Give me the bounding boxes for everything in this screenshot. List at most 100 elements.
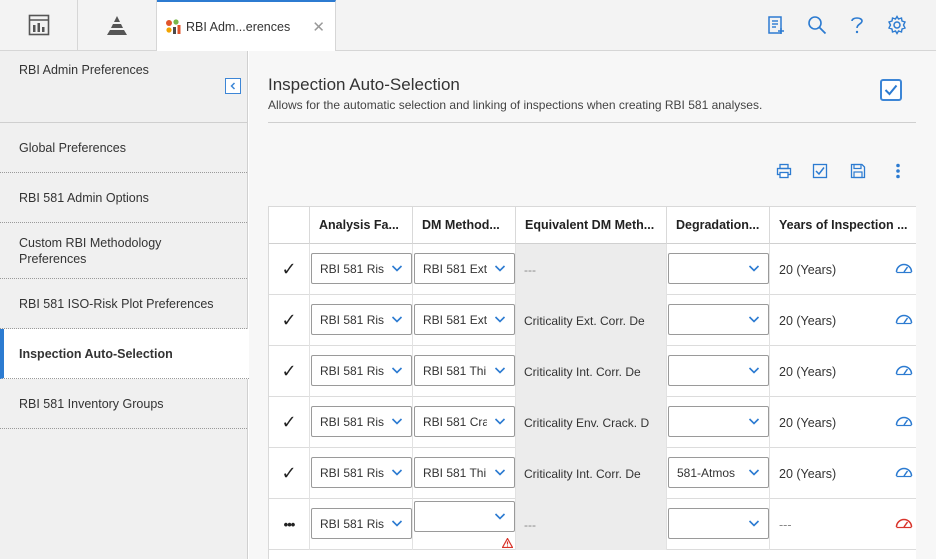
dm-method-cell: RBI 581 Cra xyxy=(413,397,516,448)
analysis-select[interactable]: RBI 581 Risk xyxy=(311,406,412,437)
check-icon: ✓ xyxy=(281,259,297,279)
column-header-years[interactable]: Years of Inspection ... xyxy=(770,206,916,244)
column-header-analysis[interactable]: Analysis Fa... xyxy=(310,206,413,244)
select-value: RBI 581 Ext xyxy=(423,261,487,276)
row-mark-cell: ✓ xyxy=(269,295,310,346)
equivalent-dm-value: Criticality Int. Corr. De xyxy=(524,466,641,481)
settings-button[interactable] xyxy=(885,13,909,37)
analysis-cell: RBI 581 Risk xyxy=(310,499,413,550)
table-row[interactable]: ✓ RBI 581 Risk RBI 581 Thi Criticality Int.… xyxy=(269,346,916,397)
dm-method-select[interactable]: RBI 581 Cra xyxy=(414,406,515,437)
sidebar-item-label: Custom RBI Methodology Preferences xyxy=(19,235,162,266)
dm-method-select[interactable]: RBI 581 Thi xyxy=(414,355,515,386)
gauge-icon[interactable] xyxy=(895,364,913,376)
table-row[interactable]: ✓ RBI 581 Risk RBI 581 Ext Criticality Ext.… xyxy=(269,295,916,346)
row-mark-cell: ✓ xyxy=(269,244,310,295)
table-row[interactable]: ••• RBI 581 Risk --- --- xyxy=(269,499,916,550)
table-row[interactable]: ✓ RBI 581 Risk RBI 581 Thi Criticality Int.… xyxy=(269,448,916,499)
gauge-warning-icon[interactable] xyxy=(895,517,913,529)
search-button[interactable] xyxy=(805,13,829,37)
select-all-button[interactable] xyxy=(810,161,830,181)
degradation-select[interactable] xyxy=(668,406,769,437)
analysis-select[interactable]: RBI 581 Risk xyxy=(311,508,412,539)
sidebar-item-custom-rbi-methodology[interactable]: Custom RBI Methodology Preferences xyxy=(0,223,247,279)
gauge-icon[interactable] xyxy=(895,262,913,274)
degradation-cell xyxy=(667,346,770,397)
hierarchy-button[interactable] xyxy=(78,0,157,50)
table-row[interactable]: ✓ RBI 581 Risk RBI 581 Cra Criticality Env.… xyxy=(269,397,916,448)
gauge-icon[interactable] xyxy=(895,415,913,427)
top-bar: RBI Adm...erences ✕ xyxy=(0,0,936,51)
analysis-select[interactable]: RBI 581 Risk xyxy=(311,355,412,386)
save-button[interactable] xyxy=(848,161,868,181)
print-button[interactable] xyxy=(774,161,794,181)
clipboard-add-icon xyxy=(768,16,784,34)
sidebar-item-iso-risk-plot[interactable]: RBI 581 ISO-Risk Plot Preferences xyxy=(0,279,247,329)
sidebar-item-rbi-581-admin-options[interactable]: RBI 581 Admin Options xyxy=(0,173,247,223)
dm-method-select[interactable]: RBI 581 Ext xyxy=(414,253,515,284)
checkmark-icon xyxy=(884,84,898,96)
enable-checkbox[interactable] xyxy=(880,79,902,101)
column-header-dm-method[interactable]: DM Method... xyxy=(413,206,516,244)
close-icon[interactable]: ✕ xyxy=(312,18,325,36)
sidebar-item-inspection-auto-selection[interactable]: Inspection Auto-Selection xyxy=(0,329,249,379)
dm-method-select[interactable]: RBI 581 Thi xyxy=(414,457,515,488)
dm-method-select[interactable]: RBI 581 Ext xyxy=(414,304,515,335)
help-icon xyxy=(851,17,863,34)
sidebar-item-label: RBI 581 ISO-Risk Plot Preferences xyxy=(19,296,214,311)
degradation-select[interactable] xyxy=(668,253,769,284)
degradation-cell: 581-Atmos xyxy=(667,448,770,499)
notes-button[interactable] xyxy=(764,13,788,37)
degradation-select[interactable] xyxy=(668,508,769,539)
select-value: RBI 581 Thi xyxy=(423,363,487,378)
more-vertical-icon xyxy=(896,163,900,179)
table-row[interactable]: ✓ RBI 581 Risk RBI 581 Ext --- 20 (Years) xyxy=(269,244,916,295)
analysis-select[interactable]: RBI 581 Risk xyxy=(311,457,412,488)
sidebar: RBI Admin Preferences Global Preferences… xyxy=(0,51,249,559)
degradation-select[interactable] xyxy=(668,355,769,386)
page-title: Inspection Auto-Selection xyxy=(268,75,460,94)
degradation-select[interactable]: 581-Atmos xyxy=(668,457,769,488)
auto-selection-grid: Analysis Fa... DM Method... Equivalent D… xyxy=(268,206,916,559)
dashboard-button[interactable] xyxy=(0,0,78,50)
chevron-down-icon xyxy=(391,265,403,272)
sidebar-item-inventory-groups[interactable]: RBI 581 Inventory Groups xyxy=(0,379,247,429)
column-header-degradation[interactable]: Degradation... xyxy=(667,206,770,244)
analysis-cell: RBI 581 Risk xyxy=(310,244,413,295)
main-panel: Inspection Auto-Selection Allows for the… xyxy=(249,51,936,559)
degradation-select[interactable] xyxy=(668,304,769,335)
gauge-icon[interactable] xyxy=(895,466,913,478)
chevron-down-icon xyxy=(748,367,760,374)
save-icon xyxy=(850,163,866,179)
help-button[interactable] xyxy=(845,13,869,37)
chevron-left-icon xyxy=(230,82,236,90)
degradation-cell xyxy=(667,499,770,550)
app-dots-icon xyxy=(164,17,184,37)
dm-method-cell: RBI 581 Thi xyxy=(413,448,516,499)
checkbox-icon xyxy=(812,163,828,179)
dm-method-select[interactable] xyxy=(414,501,515,532)
gauge-icon[interactable] xyxy=(895,313,913,325)
years-value: 20 (Years) xyxy=(779,313,837,328)
chevron-down-icon xyxy=(748,520,760,527)
collapse-sidebar-button[interactable] xyxy=(225,78,241,94)
tab-rbi-admin-preferences[interactable]: RBI Adm...erences ✕ xyxy=(157,0,336,51)
dm-method-cell xyxy=(413,499,516,550)
more-options-button[interactable] xyxy=(888,161,908,181)
column-header-equivalent-dm[interactable]: Equivalent DM Meth... xyxy=(516,206,667,244)
warning-icon xyxy=(502,538,513,548)
years-value: 20 (Years) xyxy=(779,364,837,379)
equivalent-dm-value: Criticality Env. Crack. D xyxy=(524,415,650,430)
analysis-select[interactable]: RBI 581 Risk xyxy=(311,304,412,335)
analysis-select[interactable]: RBI 581 Risk xyxy=(311,253,412,284)
dm-method-cell: RBI 581 Thi xyxy=(413,346,516,397)
sidebar-item-global-preferences[interactable]: Global Preferences xyxy=(0,124,247,173)
equivalent-dm-value: --- xyxy=(524,262,536,277)
sidebar-item-label: RBI 581 Inventory Groups xyxy=(19,396,164,411)
sidebar-title: RBI Admin Preferences xyxy=(19,63,149,77)
degradation-cell xyxy=(667,397,770,448)
chevron-down-icon xyxy=(748,265,760,272)
chevron-down-icon xyxy=(391,469,403,476)
row-actions-icon[interactable]: ••• xyxy=(284,517,296,532)
chevron-down-icon xyxy=(391,418,403,425)
